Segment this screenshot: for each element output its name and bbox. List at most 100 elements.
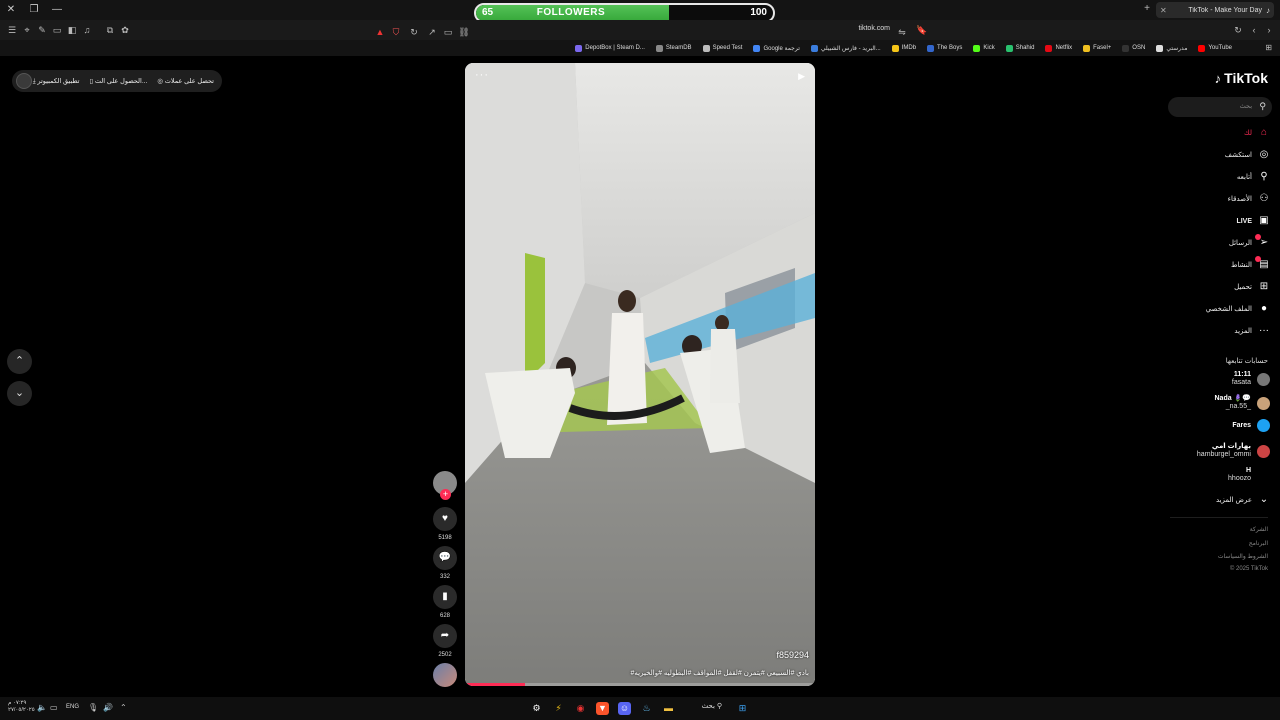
tabs-icon[interactable]: ⧉ [104,24,116,36]
window-icon[interactable]: ▭ [51,24,63,36]
browser-tab-tiktok[interactable]: ✕ TikTok - Make Your Day ♪ [1156,2,1274,18]
video-username[interactable]: f859294 [776,650,809,660]
video-more-options-icon[interactable]: ··· [475,69,489,81]
bookmark-item[interactable]: SteamDB [655,44,692,52]
new-tab-icon[interactable]: + [1144,3,1150,14]
footer-program-link[interactable]: البرنامج [1249,540,1268,547]
volume-icon[interactable]: 🔊 [103,703,113,712]
bookmark-item[interactable]: OSN [1122,44,1145,52]
sidebar-item-user-follow[interactable]: ⚲ أتابعه [1237,170,1270,184]
bookmark-item[interactable]: البريد - فارس الشبيلي... [810,44,881,52]
previous-video-button[interactable]: ⌃ [7,349,32,374]
tray-chevron-icon[interactable]: ⌃ [120,703,127,712]
bookmark-item[interactable]: YouTube [1198,44,1232,52]
following-account-item[interactable]: Nada 🪻💬 _na.55_ [1215,395,1270,411]
following-account-handle: _na.55_ [1225,403,1251,410]
video-volume-icon[interactable]: ▶ [798,71,805,82]
pill-avatar[interactable] [16,73,32,89]
bookmark-item[interactable]: IMDb [891,44,916,52]
sidebar-item-friends[interactable]: ⚇ الأصدقاء [1228,192,1270,206]
comment-button[interactable]: 💬 [433,546,457,570]
share-icon[interactable]: ↗ [426,26,438,38]
tiktok-logo[interactable]: ♪ TikTok [1215,70,1268,86]
bookmark-item[interactable]: Speed Test [702,44,742,52]
bookmark-item[interactable]: Shahid [1005,44,1034,52]
footer-terms-link[interactable]: الشروط والسياسات [1218,553,1268,560]
shield-icon[interactable]: ⛉ [390,26,402,38]
bookmark-item[interactable]: Kick [973,44,995,52]
tab-close-icon[interactable]: ✕ [1160,6,1167,15]
next-video-button[interactable]: ⌄ [7,381,32,406]
sidebar-item-upload[interactable]: ⊞ تحميل [1234,280,1270,294]
sidebar-item-more[interactable]: ··· المزيد [1234,324,1270,338]
footer-company-link[interactable]: الشركة [1250,526,1268,533]
screen-icon[interactable]: ▭ [442,26,454,38]
pen-icon[interactable]: ✎ [36,24,48,36]
close-window-icon[interactable]: ✕ [4,3,18,17]
sidebar-item-profile[interactable]: ● الملف الشخصي [1206,302,1270,316]
like-button[interactable]: ♥ [433,507,457,531]
sidebar-item-home[interactable]: ⌂ لك [1244,126,1270,140]
apps-grid-icon[interactable]: ⊞ [1265,43,1272,52]
location-icon[interactable]: ⌖ [21,24,33,36]
forward-icon[interactable]: › [1263,24,1275,36]
bookmark-item[interactable]: مدرستي [1156,44,1187,52]
app-obs-icon[interactable]: ◉ [574,702,587,715]
search-input[interactable]: بحث ⚲ [1168,97,1272,117]
speaker-icon[interactable]: 🔈 [37,703,47,712]
translate-icon[interactable]: ⇋ [896,26,908,38]
windows-start-icon[interactable]: ⊞ [736,702,749,715]
following-account-item[interactable]: Fares [1232,419,1270,432]
brave-icon[interactable]: ▲ [374,26,386,38]
minimize-window-icon[interactable]: — [50,3,64,17]
display-icon[interactable]: ▭ [50,703,58,712]
music-icon[interactable]: ♫ [81,24,93,36]
link-icon[interactable]: ⛓ [458,26,470,38]
see-more-button[interactable]: ⌄ عرض المزيد [1216,493,1270,507]
bookmark-item[interactable]: Google ترجمة [753,44,800,52]
refresh-icon[interactable]: ↻ [1232,24,1244,36]
sidebar-item-live[interactable]: ▣ LIVE [1236,214,1270,228]
address-bar[interactable]: ▲ ⛉ ↻ ↗ ▭ ⛓ tiktok.com ⇋ [370,22,910,38]
video-caption[interactable]: #بادي #السبيعي #يتمرن #لقفل #المواقف #ال… [631,669,809,677]
following-account-text: Fares [1232,422,1251,430]
offers-link[interactable]: ◎ تحصل على عملات [157,77,214,85]
restore-window-icon[interactable]: ❐ [27,3,41,17]
sidebar-icon[interactable]: ◧ [66,24,78,36]
back-icon[interactable]: ‹ [1248,24,1260,36]
taskbar-clock[interactable]: ٠٧:٢٩ م ٢٧/٠٥/٢٠٢٥ [8,700,35,714]
video-progress-bar[interactable] [465,683,815,686]
app-bolt-icon[interactable]: ⚡ [552,702,565,715]
taskbar-search[interactable]: بحث ⚲ [686,702,726,715]
discord-icon[interactable]: ☺ [618,702,631,715]
app-settings-icon[interactable]: ⚙ [530,702,543,715]
get-app-link[interactable]: ▯ الحصول على الت... [90,77,148,85]
language-indicator[interactable]: ENG [66,704,79,710]
bookmark-item[interactable]: Fasel+ [1083,44,1111,52]
extensions-icon[interactable]: ✿ [119,24,131,36]
following-account-item[interactable]: 11:11 fasata [1232,371,1270,387]
music-disc-icon[interactable] [433,663,457,687]
save-button[interactable]: ▮ [433,585,457,609]
following-account-item[interactable]: Hhhoozo [1228,467,1270,483]
menu-icon[interactable]: ☰ [6,24,18,36]
bookmark-item[interactable]: Netflix [1045,44,1072,52]
url-text[interactable]: tiktok.com [858,25,890,32]
follow-plus-icon[interactable]: + [440,489,451,500]
sidebar-item-activity[interactable]: ▤ النشاط [1231,256,1270,272]
search-icon[interactable]: ⚲ [1259,101,1266,112]
file-explorer-icon[interactable]: ▬ [662,702,675,715]
microphone-icon[interactable]: 🎙 [88,703,98,712]
reload-page-icon[interactable]: ↻ [408,26,420,38]
bookmark-icon[interactable]: 🔖 [916,24,928,36]
bookmark-item[interactable]: DepotBox | Steam D... [575,44,645,52]
share-button[interactable]: ➦ [433,624,457,648]
sidebar-item-messages[interactable]: ➢ الرسائل [1229,234,1270,250]
video-player[interactable]: ··· ▶ f859294 #بادي #السبيعي #يتمرن #لقف… [465,63,815,686]
sidebar-item-compass[interactable]: ◎ استكشف [1225,148,1270,162]
steam-icon[interactable]: ♨ [640,702,653,715]
brave-browser-icon[interactable]: ▼ [596,702,609,715]
bookmark-item[interactable]: The Boys [927,44,962,52]
desktop-app-link[interactable]: ⤓ تطبيق الكمبيوتر [33,77,80,86]
following-account-item[interactable]: بهارات امي hamburgel_ommi [1197,443,1270,459]
